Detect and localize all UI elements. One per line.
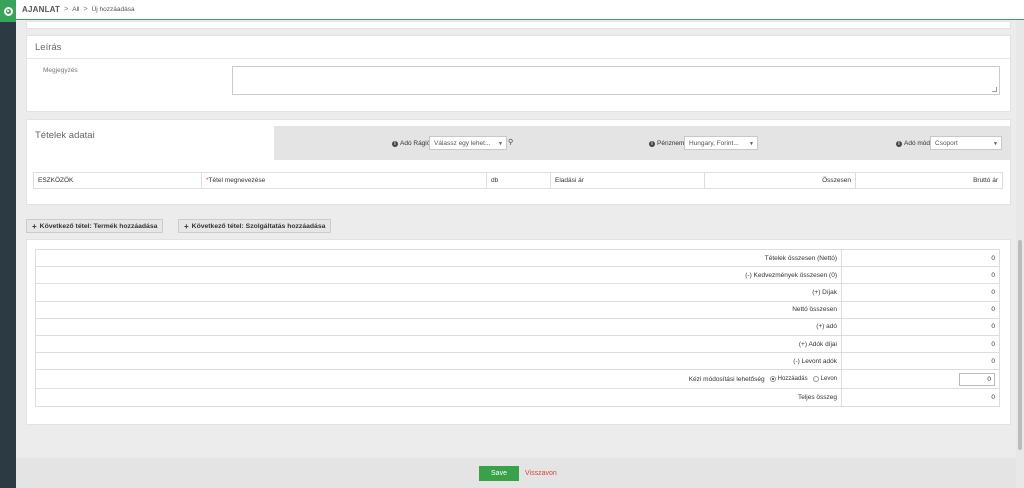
radio-subtract[interactable] — [812, 376, 819, 383]
info-icon: i — [649, 140, 655, 147]
add-service-button[interactable]: + Következő tétel: Szolgáltatás hozzáadás… — [178, 219, 332, 233]
radio-add[interactable] — [769, 376, 776, 383]
summary-label: (+) adó — [36, 318, 842, 335]
manual-adjust-row: Kézi módosítási lehetőség Hozzáadás Levo… — [35, 370, 1000, 390]
summary-row: (+) Díjak 0 — [35, 284, 1000, 302]
scrollbar[interactable] — [1016, 20, 1024, 488]
left-sidebar — [0, 0, 16, 488]
note-label: Megjegyzés — [43, 67, 78, 74]
col-item-name: * Tétel megnevezése — [202, 173, 487, 188]
plus-icon: + — [32, 221, 37, 231]
manual-adjust-input[interactable]: 0 — [959, 372, 995, 386]
app-logo-icon[interactable] — [0, 0, 16, 22]
info-icon: i — [392, 140, 398, 147]
summary-label: (-) Levont adók — [36, 353, 842, 370]
save-button[interactable]: Save — [479, 466, 519, 481]
summary-label: (-) Kedvezmények összesen (0) — [36, 267, 842, 284]
items-table-header: ESZKÖZÖK * Tétel megnevezése db Eladási á… — [33, 172, 1003, 189]
summary-value: 0 — [991, 288, 995, 296]
manual-adjust-label: Kézi módosítási lehetőség — [688, 375, 765, 383]
summary-value: 0 — [991, 306, 995, 314]
currency-label: i Pénznem — [649, 140, 684, 147]
pin-icon[interactable]: ⚲ — [508, 138, 513, 146]
summary-value: 0 — [991, 357, 995, 365]
items-title: Tételek adatai — [35, 130, 95, 141]
module-title[interactable]: AJANLAT — [22, 5, 60, 14]
summary-row: (-) Levont adók 0 — [35, 353, 1000, 371]
caret-down-icon: ▼ — [498, 141, 503, 147]
col-qty: db — [487, 173, 551, 188]
total-value: 0 — [991, 393, 995, 401]
col-sale-price: Eladási ár — [551, 173, 705, 188]
summary-label: (+) Adók díjai — [36, 335, 842, 353]
summary-value: 0 — [991, 271, 995, 279]
caret-down-icon: ▼ — [749, 141, 754, 147]
tax-rule-label: i Adó Rágló — [392, 140, 430, 147]
divider — [27, 58, 1012, 59]
top-navbar: AJANLAT > All > Új hozzáadása — [16, 0, 1024, 20]
total-label: Teljes összeg — [36, 389, 842, 406]
col-total: Összesen — [705, 173, 856, 188]
currency-select[interactable]: Hungary, Forint... ▼ — [684, 136, 758, 150]
chevron-right-icon: > — [83, 6, 88, 13]
total-row: Teljes összeg 0 — [35, 389, 1000, 407]
summary-value: 0 — [991, 340, 995, 348]
col-tools: ESZKÖZÖK — [34, 173, 202, 188]
summary-table: Tételek összesen (Nettó) 0 (-) Kedvezmén… — [35, 249, 1000, 407]
previous-card — [26, 21, 1011, 29]
summary-value: 0 — [991, 323, 995, 331]
scrollbar-thumb[interactable] — [1018, 240, 1022, 450]
add-product-button[interactable]: + Következő tétel: Termék hozzáadása — [26, 219, 164, 233]
summary-label: (+) Díjak — [36, 284, 842, 301]
summary-label: Nettó összesen — [36, 301, 842, 318]
summary-value: 0 — [991, 254, 995, 262]
description-title: Leírás — [35, 42, 62, 53]
note-textarea[interactable] — [232, 66, 1000, 95]
breadcrumb-current: Új hozzáadása — [91, 6, 135, 13]
radio-add-label: Hozzáadás — [777, 376, 808, 383]
cancel-link[interactable]: Visszavon — [525, 466, 557, 481]
manual-adjust-cell: Kézi módosítási lehetőség Hozzáadás Levo… — [36, 370, 842, 389]
summary-row: (+) adó 0 — [35, 318, 1000, 336]
resize-handle-icon[interactable] — [992, 87, 997, 92]
col-gross-price: Bruttó ár — [973, 177, 998, 184]
chevron-right-icon: > — [64, 6, 69, 13]
tax-mode-select[interactable]: Csoport ▼ — [930, 136, 1002, 150]
summary-card: Tételek összesen (Nettó) 0 (-) Kedvezmén… — [26, 239, 1011, 425]
items-filter-bar: i Adó Rágló Válassz egy lehet... ▼ ⚲ i Pénz… — [274, 126, 1011, 160]
info-icon: i — [896, 140, 902, 147]
summary-row: Tételek összesen (Nettó) 0 — [35, 250, 1000, 268]
manual-adjust-value-cell: 0 — [842, 370, 999, 388]
plus-icon: + — [184, 221, 189, 231]
description-card: Leírás Megjegyzés — [26, 35, 1012, 112]
caret-down-icon: ▼ — [993, 141, 998, 147]
form-footer: Save Visszavon — [16, 458, 1016, 488]
summary-row: (-) Kedvezmények összesen (0) 0 — [35, 267, 1000, 285]
summary-row: (+) Adók díjai 0 — [35, 335, 1000, 354]
breadcrumb-all[interactable]: All — [72, 6, 79, 13]
tax-rule-select[interactable]: Válassz egy lehet... ▼ — [429, 136, 507, 150]
summary-row: Nettó összesen 0 — [35, 301, 1000, 319]
main-content: Leírás Megjegyzés Tételek adatai i Adó Rá… — [16, 21, 1016, 488]
summary-label: Tételek összesen (Nettó) — [36, 250, 842, 267]
tax-mode-label: i Adó mód — [896, 140, 930, 147]
radio-subtract-label: Levon — [820, 376, 837, 383]
